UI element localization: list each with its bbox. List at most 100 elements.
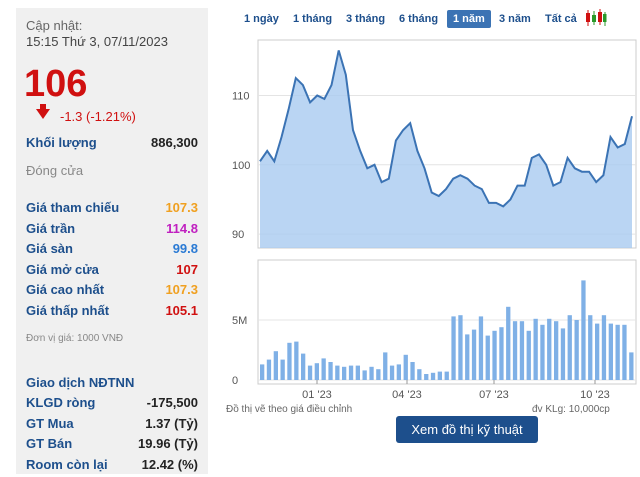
volume-bar — [355, 365, 360, 380]
foreign-row-label: Room còn lại — [26, 456, 108, 472]
volume-bar — [492, 330, 497, 380]
price-row-value: 107 — [176, 261, 198, 277]
volume-bar — [328, 362, 333, 380]
volume-bar — [574, 320, 579, 380]
volume-bar — [485, 335, 490, 380]
volume-bar — [499, 327, 504, 380]
volume-bar — [362, 370, 367, 380]
foreign-row-label: GT Bán — [26, 436, 73, 451]
volume-bar — [424, 374, 429, 380]
volume-bar — [403, 354, 408, 380]
volume-bar — [595, 323, 600, 380]
volume-bar — [588, 315, 593, 380]
volume-bar — [601, 315, 607, 380]
volume-bar — [396, 364, 401, 380]
volume-bar — [451, 316, 456, 380]
volume-bar — [622, 324, 627, 380]
price-row-value: 107.3 — [165, 200, 198, 215]
foreign-row-value: 1.37 (Tỷ) — [145, 415, 198, 431]
volume-bar — [342, 366, 347, 380]
tab-1-thang[interactable]: 1 tháng — [293, 10, 332, 28]
current-price: 106 — [24, 63, 88, 105]
volume-tick-label: 0 — [232, 375, 238, 387]
stock-summary-panel: Cập nhật: 15:15 Thứ 3, 07/11/2023 106 -1… — [16, 8, 208, 474]
volume-x-tick-label: 07 '23 — [479, 389, 509, 401]
volume-bar — [581, 280, 586, 380]
volume-bar — [629, 352, 634, 380]
price-tick-label: 100 — [232, 160, 250, 172]
volume-value: 886,300 — [151, 135, 198, 150]
volume-unit-note: đv KLg: 10,000cp — [532, 404, 610, 415]
volume-x-tick-label: 10 '23 — [580, 389, 610, 401]
candlestick-icon[interactable] — [585, 9, 607, 27]
volume-bar — [376, 369, 381, 380]
volume-bar — [547, 318, 552, 380]
unit-note: Đơn vị giá: 1000 VNĐ — [26, 333, 124, 344]
price-tick-label: 90 — [232, 229, 244, 241]
volume-bar — [369, 366, 374, 380]
tab-1-ngay[interactable]: 1 ngày — [244, 10, 279, 28]
volume-bar — [533, 318, 538, 380]
volume-bar — [280, 359, 285, 380]
foreign-title: Giao dịch NĐTNN — [26, 375, 135, 390]
volume-x-tick-label: 01 '23 — [302, 389, 332, 401]
volume-bar — [417, 369, 422, 380]
volume-bar — [567, 315, 572, 380]
price-row-label: Giá sàn — [26, 241, 73, 256]
price-tick-label: 110 — [232, 90, 250, 102]
foreign-row-value: 19.96 (Tỷ) — [138, 436, 198, 451]
volume-bar — [506, 306, 511, 380]
volume-bar-chart: 0 5M 01 '23 04 '23 07 '23 10 '23 — [232, 259, 637, 401]
volume-bar — [478, 316, 484, 380]
volume-bar — [437, 371, 442, 380]
price-row-value: 99.8 — [172, 241, 198, 256]
foreign-row-value: 12.42 (%) — [141, 456, 198, 472]
adjusted-price-note: Đồ thị vẽ theo giá điều chỉnh — [226, 404, 353, 415]
tab-tat-ca[interactable]: Tất cả — [545, 10, 577, 28]
market-status: Đóng cửa — [26, 163, 84, 178]
foreign-row-value: -175,500 — [146, 395, 198, 410]
price-row-label: Giá mở cửa — [26, 261, 99, 277]
volume-bar — [383, 352, 388, 380]
volume-bar — [273, 351, 278, 380]
price-change: -1.3 (-1.21%) — [60, 109, 136, 124]
view-technical-chart-button[interactable]: Xem đồ thị kỹ thuật — [396, 416, 538, 443]
volume-bar — [444, 371, 449, 380]
volume-bar — [615, 324, 620, 380]
volume-bar — [512, 321, 518, 380]
volume-bar — [540, 324, 545, 380]
price-row-label: Giá tham chiếu — [26, 200, 120, 215]
price-area-chart: 90 100 110 — [232, 39, 637, 249]
price-row-value: 105.1 — [165, 302, 198, 318]
price-row-label: Giá trần — [26, 220, 76, 236]
volume-bar — [266, 359, 272, 380]
volume-bar — [410, 362, 415, 380]
volume-label: Khối lượng — [26, 135, 97, 150]
price-row-value: 114.8 — [166, 220, 198, 236]
volume-bar — [321, 358, 326, 380]
volume-bar — [294, 341, 299, 380]
volume-bar — [608, 323, 613, 380]
volume-x-tick-label: 04 '23 — [392, 389, 422, 401]
volume-bar — [471, 329, 477, 380]
volume-bar — [307, 365, 313, 380]
volume-bar — [458, 315, 463, 380]
updated-label: Cập nhật: — [26, 18, 83, 33]
tab-3-nam[interactable]: 3 năm — [499, 10, 531, 28]
updated-time: 15:15 Thứ 3, 07/11/2023 — [26, 34, 168, 49]
volume-bar — [314, 363, 319, 380]
volume-bar — [526, 330, 531, 380]
tab-3-thang[interactable]: 3 tháng — [346, 10, 385, 28]
volume-bar — [560, 328, 566, 380]
down-arrow-icon — [36, 109, 50, 119]
price-row-label: Giá thấp nhất — [26, 302, 110, 318]
volume-bar — [335, 365, 340, 380]
tab-1-nam[interactable]: 1 năm — [447, 10, 491, 28]
volume-bar — [519, 321, 525, 380]
foreign-row-label: GT Mua — [26, 415, 74, 431]
volume-bar — [348, 365, 354, 380]
volume-bar — [430, 372, 436, 380]
foreign-row-label: KLGD ròng — [26, 395, 96, 410]
tab-6-thang[interactable]: 6 tháng — [399, 10, 438, 28]
price-row-label: Giá cao nhất — [26, 282, 105, 297]
